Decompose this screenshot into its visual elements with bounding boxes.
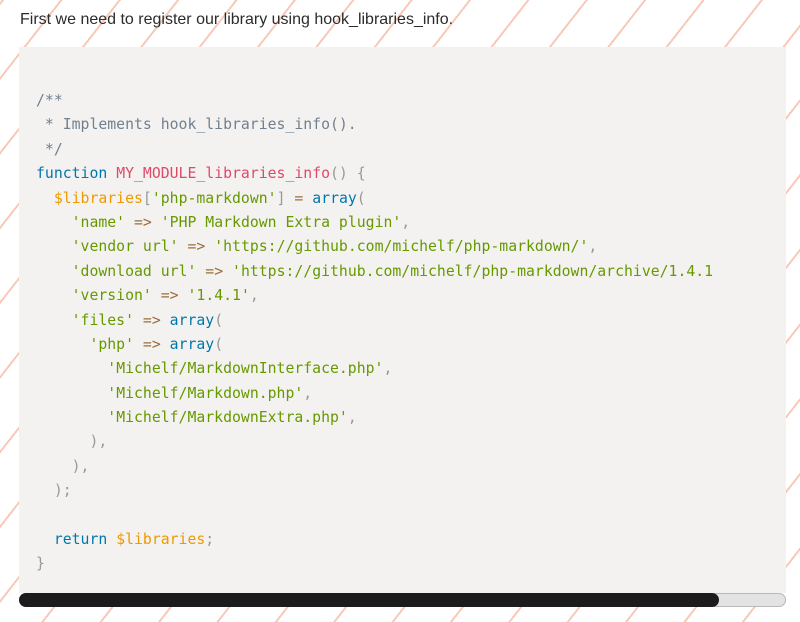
string-key: 'vendor url' <box>71 238 179 256</box>
code-line: 'files' => array( <box>71 311 224 329</box>
comment-close: */ <box>36 140 63 158</box>
string-key: 'files' <box>71 311 134 329</box>
keyword-array: array <box>169 311 215 329</box>
code-line: ); <box>53 482 72 500</box>
string-value: '1.4.1' <box>187 287 250 305</box>
string-key: 'version' <box>71 287 152 305</box>
code-line: 'version' => '1.4.1', <box>71 287 259 305</box>
keyword-function: function <box>36 165 108 183</box>
keyword-array: array <box>312 189 357 207</box>
string-value: 'https://github.com/michelf/php-markdown… <box>232 262 714 280</box>
string-key: 'php-markdown' <box>151 189 277 207</box>
code-line: * Implements hook_libraries_info(). <box>36 113 713 137</box>
string-value: 'PHP Markdown Extra plugin' <box>160 213 402 231</box>
code-line: return $libraries; <box>53 531 215 549</box>
string-key: 'php' <box>89 335 134 353</box>
function-name: MY_MODULE_libraries_info <box>116 165 331 183</box>
string-key: 'download url' <box>71 262 197 280</box>
string-value: 'Michelf/MarkdownExtra.php' <box>107 409 348 427</box>
code-content: /** * Implements hook_libraries_info(). … <box>36 89 713 577</box>
string-value: 'Michelf/MarkdownInterface.php' <box>107 360 384 378</box>
string-value: 'Michelf/Markdown.php' <box>107 384 304 402</box>
keyword-return: return <box>53 531 108 549</box>
code-line: 'name' => 'PHP Markdown Extra plugin', <box>71 213 411 231</box>
code-line: ), <box>89 433 108 451</box>
code-line: /** <box>36 89 713 113</box>
code-line: ), <box>71 457 90 475</box>
code-line: 'download url' => 'https://github.com/mi… <box>71 262 714 280</box>
code-line: $libraries['php-markdown'] = array( <box>53 189 366 207</box>
keyword-array: array <box>169 335 215 353</box>
code-line: function MY_MODULE_libraries_info() { <box>36 165 366 183</box>
code-block: /** * Implements hook_libraries_info(). … <box>19 47 786 593</box>
string-value: 'https://github.com/michelf/php-markdown… <box>214 238 589 256</box>
code-line: 'Michelf/MarkdownInterface.php', <box>107 360 393 378</box>
code-line: 'vendor url' => 'https://github.com/mich… <box>71 238 598 256</box>
scrollbar-thumb[interactable] <box>19 593 719 607</box>
variable-libraries: $libraries <box>116 531 206 549</box>
comment-open: /** <box>36 92 63 109</box>
code-line: */ <box>36 138 713 162</box>
code-line: 'php' => array( <box>89 335 224 353</box>
horizontal-scrollbar[interactable] <box>19 593 786 607</box>
string-key: 'name' <box>71 213 126 231</box>
code-line: } <box>36 555 45 573</box>
variable-libraries: $libraries <box>53 189 143 207</box>
intro-paragraph: First we need to register our library us… <box>20 11 454 28</box>
code-line: 'Michelf/MarkdownExtra.php', <box>107 409 357 427</box>
code-line: 'Michelf/Markdown.php', <box>107 384 313 402</box>
comment-body: * Implements hook_libraries_info(). <box>36 116 357 134</box>
